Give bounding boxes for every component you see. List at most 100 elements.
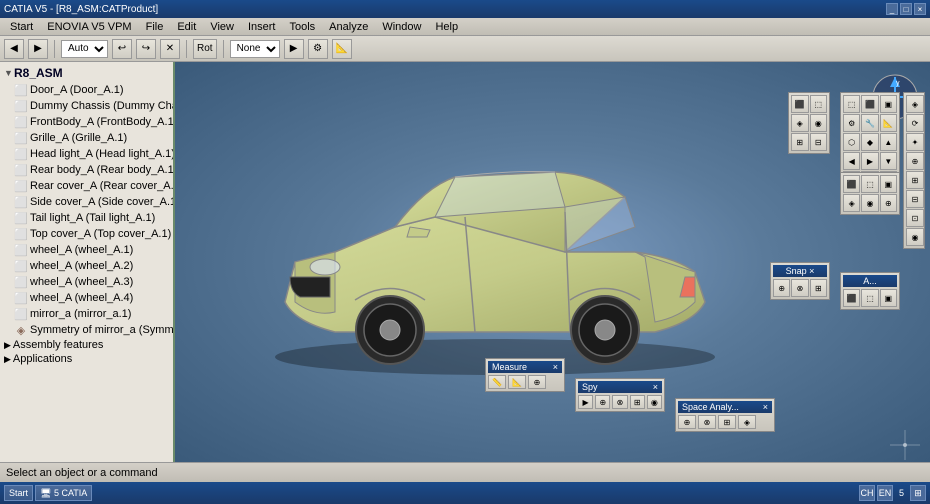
snap-close[interactable]: ×: [809, 266, 814, 276]
toolbar-back-button[interactable]: ◀: [4, 39, 24, 59]
ft2-btn5[interactable]: 🔧: [861, 114, 878, 132]
ft2-btn11[interactable]: ▶: [861, 152, 878, 170]
tree-item-frontbody[interactable]: ⬜ FrontBody_A (FrontBody_A.1): [0, 114, 173, 130]
menu-insert[interactable]: Insert: [242, 20, 282, 34]
toolbar-select-none[interactable]: None: [230, 40, 280, 58]
tree-item-dummy[interactable]: ⬜ Dummy Chassis (Dummy Chassis.1): [0, 98, 173, 114]
measure-close[interactable]: ×: [553, 362, 558, 372]
tree-item-wheel4[interactable]: ⬜ wheel_A (wheel_A.4): [0, 290, 173, 306]
menu-window[interactable]: Window: [376, 20, 427, 34]
menu-edit[interactable]: Edit: [171, 20, 202, 34]
ft2-btn9[interactable]: ▲: [880, 133, 897, 151]
viewport[interactable]: y x ◈ ⟳ ✦ ⊕ ⊞ ⊟ ⊡ ◉ ⬚ ⬛ ▣ ⚙ 🔧: [175, 62, 930, 462]
tray-icon-network[interactable]: ⊞: [910, 485, 926, 501]
toolbar-extra-btn[interactable]: ⚙: [308, 39, 328, 59]
ft3-btn2[interactable]: ⬚: [810, 95, 828, 113]
tree-item-door[interactable]: ⬜ Door_A (Door_A.1): [0, 82, 173, 98]
ft2-btn12[interactable]: ▼: [880, 152, 897, 170]
menu-analyze[interactable]: Analyze: [323, 20, 374, 34]
fta-btn2[interactable]: ⬚: [861, 289, 878, 307]
tray-icon-ch[interactable]: CH: [859, 485, 875, 501]
catia-task-button[interactable]: 🖥 5 CATIA: [35, 485, 92, 501]
tree-item-mirror[interactable]: ⬜ mirror_a (mirror_a.1): [0, 306, 173, 322]
ft4-btn3[interactable]: ▣: [880, 175, 897, 193]
ft2-btn4[interactable]: ⚙: [843, 114, 860, 132]
minimize-button[interactable]: _: [886, 3, 898, 15]
ft1-btn1[interactable]: ◈: [906, 95, 924, 113]
tree-item-symmetry[interactable]: ◈ Symmetry of mirror_a (Symmetry of mirr…: [0, 322, 173, 338]
ft1-btn8[interactable]: ◉: [906, 228, 924, 246]
ft1-btn6[interactable]: ⊟: [906, 190, 924, 208]
ft2-btn6[interactable]: 📐: [880, 114, 897, 132]
spy-btn5[interactable]: ◉: [647, 395, 662, 409]
ft2-btn8[interactable]: ◆: [861, 133, 878, 151]
ft1-btn2[interactable]: ⟳: [906, 114, 924, 132]
menu-enovia[interactable]: ENOVIA V5 VPM: [41, 20, 137, 34]
tree-item-rearbody[interactable]: ⬜ Rear body_A (Rear body_A.1): [0, 162, 173, 178]
spy-btn4[interactable]: ⊞: [630, 395, 645, 409]
sa-btn2[interactable]: ⊗: [698, 415, 716, 429]
ft2-btn3[interactable]: ▣: [880, 95, 897, 113]
measure-btn3[interactable]: ⊕: [528, 375, 546, 389]
ft1-btn5[interactable]: ⊞: [906, 171, 924, 189]
snap-btn1[interactable]: ⊕: [773, 279, 790, 297]
tree-item-wheel1[interactable]: ⬜ wheel_A (wheel_A.1): [0, 242, 173, 258]
toolbar-select-auto[interactable]: Auto: [61, 40, 108, 58]
ft3-btn6[interactable]: ⊟: [810, 133, 828, 151]
tree-item-taillight[interactable]: ⬜ Tail light_A (Tail light_A.1): [0, 210, 173, 226]
tree-root[interactable]: ▼ R8_ASM: [0, 64, 173, 82]
spy-btn2[interactable]: ⊕: [595, 395, 610, 409]
snap-btn2[interactable]: ⊗: [791, 279, 808, 297]
ft2-btn7[interactable]: ⬡: [843, 133, 860, 151]
ft4-btn6[interactable]: ⊕: [880, 194, 897, 212]
menu-start[interactable]: Start: [4, 20, 39, 34]
ft3-btn3[interactable]: ◈: [791, 114, 809, 132]
ft3-btn4[interactable]: ◉: [810, 114, 828, 132]
ft3-btn1[interactable]: ⬛: [791, 95, 809, 113]
ft1-btn3[interactable]: ✦: [906, 133, 924, 151]
start-button[interactable]: Start: [4, 485, 33, 501]
spy-btn3[interactable]: ⊗: [612, 395, 627, 409]
toolbar-rot-button[interactable]: Rot: [193, 39, 217, 59]
tree-item-headlight[interactable]: ⬜ Head light_A (Head light_A.1): [0, 146, 173, 162]
tray-icon-en[interactable]: EN: [877, 485, 893, 501]
toolbar-forward-button[interactable]: ▶: [28, 39, 48, 59]
tree-item-rearcover[interactable]: ⬜ Rear cover_A (Rear cover_A.1): [0, 178, 173, 194]
measure-btn1[interactable]: 📏: [488, 375, 506, 389]
ft4-btn2[interactable]: ⬚: [861, 175, 878, 193]
tree-item-grille[interactable]: ⬜ Grille_A (Grille_A.1): [0, 130, 173, 146]
ft3-btn5[interactable]: ⊞: [791, 133, 809, 151]
ft2-btn10[interactable]: ◀: [843, 152, 860, 170]
ft2-btn1[interactable]: ⬚: [843, 95, 860, 113]
fta-btn3[interactable]: ▣: [880, 289, 897, 307]
spy-close[interactable]: ×: [653, 382, 658, 392]
ft1-btn7[interactable]: ⊡: [906, 209, 924, 227]
menu-tools[interactable]: Tools: [283, 20, 321, 34]
ft1-btn4[interactable]: ⊕: [906, 152, 924, 170]
sa-btn1[interactable]: ⊕: [678, 415, 696, 429]
spy-btn1[interactable]: ▶: [578, 395, 593, 409]
toolbar-btn2[interactable]: ↪: [136, 39, 156, 59]
sa-btn4[interactable]: ◈: [738, 415, 756, 429]
maximize-button[interactable]: □: [900, 3, 912, 15]
ft2-btn2[interactable]: ⬛: [861, 95, 878, 113]
measure-btn2[interactable]: 📐: [508, 375, 526, 389]
toolbar-extra-btn2[interactable]: 📐: [332, 39, 352, 59]
toolbar-btn1[interactable]: ↩: [112, 39, 132, 59]
tree-item-wheel2[interactable]: ⬜ wheel_A (wheel_A.2): [0, 258, 173, 274]
toolbar-btn3[interactable]: ✕: [160, 39, 180, 59]
ft4-btn4[interactable]: ◈: [843, 194, 860, 212]
menu-file[interactable]: File: [140, 20, 170, 34]
tree-item-sidecover[interactable]: ⬜ Side cover_A (Side cover_A.1): [0, 194, 173, 210]
tree-applications[interactable]: ▶ Applications: [0, 352, 173, 366]
fta-btn1[interactable]: ⬛: [843, 289, 860, 307]
ft4-btn5[interactable]: ◉: [861, 194, 878, 212]
tree-item-wheel3[interactable]: ⬜ wheel_A (wheel_A.3): [0, 274, 173, 290]
toolbar-play-button[interactable]: ▶: [284, 39, 304, 59]
tree-item-topcover[interactable]: ⬜ Top cover_A (Top cover_A.1): [0, 226, 173, 242]
menu-view[interactable]: View: [204, 20, 240, 34]
menu-help[interactable]: Help: [429, 20, 464, 34]
sa-btn3[interactable]: ⊞: [718, 415, 736, 429]
ft4-btn1[interactable]: ⬛: [843, 175, 860, 193]
space-analy-close[interactable]: ×: [763, 402, 768, 412]
